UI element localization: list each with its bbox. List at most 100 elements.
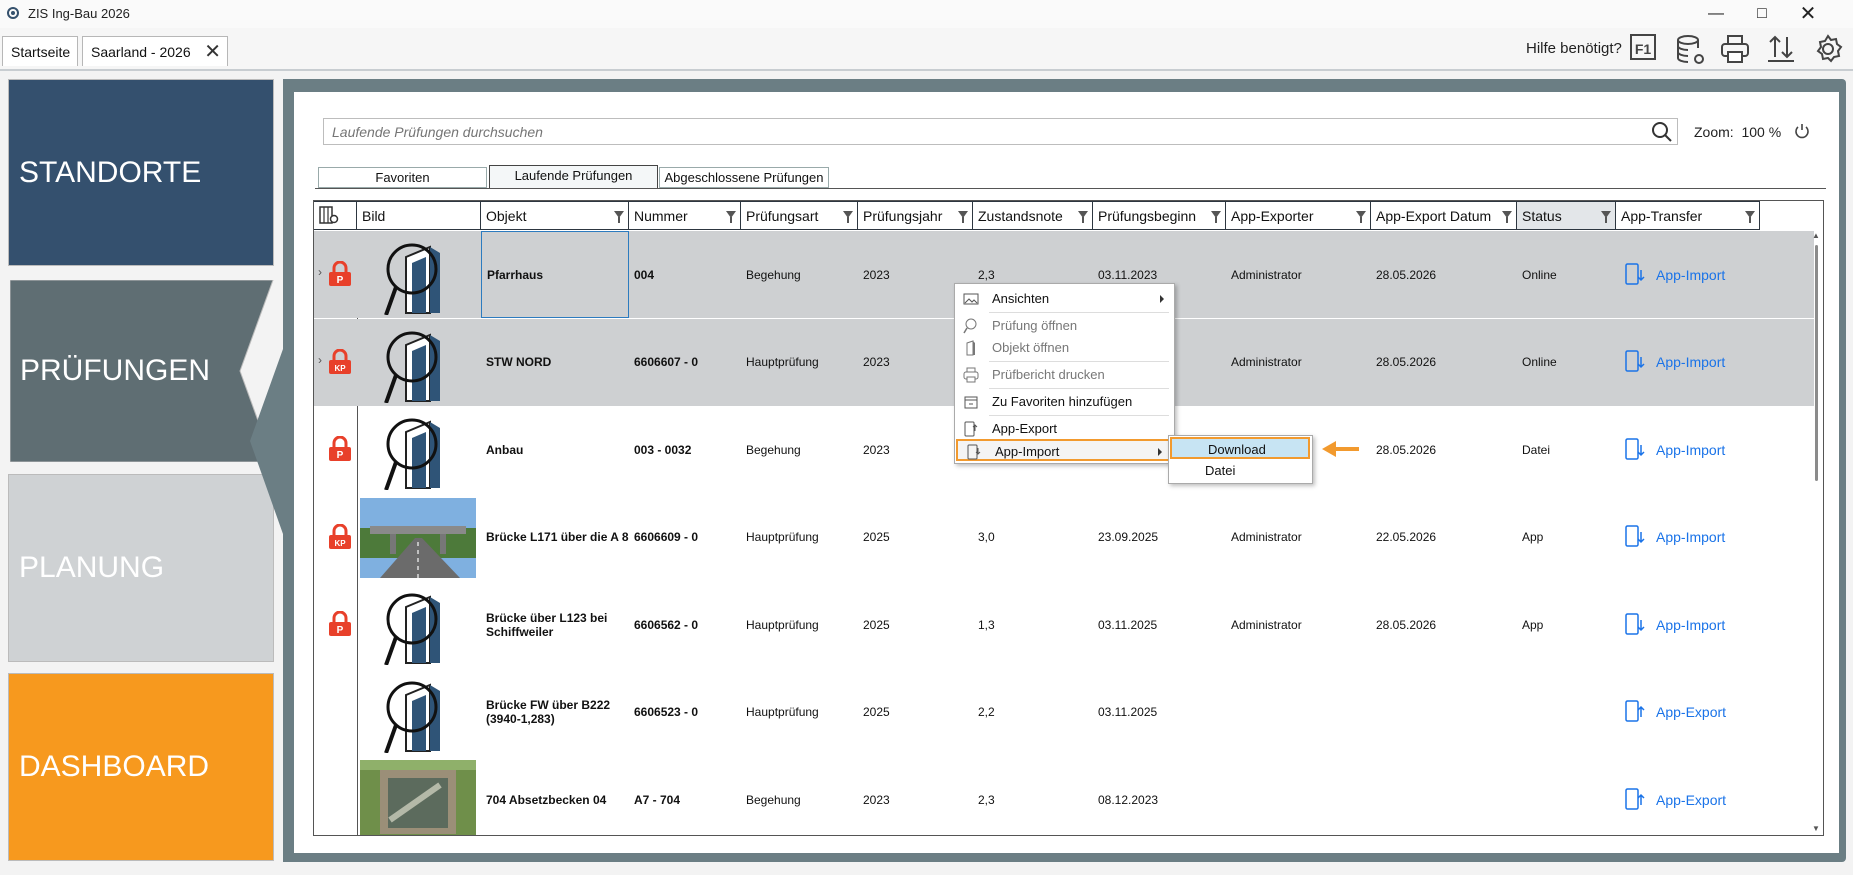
app-import-icon[interactable] [1624, 349, 1646, 375]
vertical-scrollbar[interactable]: ▲ ▼ [1811, 231, 1821, 833]
transfer-icon[interactable] [1765, 33, 1797, 65]
cell-app-transfer[interactable]: App-Import [1616, 319, 1760, 406]
tab-saarland-2026[interactable]: Saarland - 2026 ✕ [82, 36, 228, 66]
scroll-down-icon[interactable]: ▼ [1812, 824, 1820, 833]
app-transfer-link[interactable]: App-Import [1656, 529, 1725, 545]
table-row[interactable]: KP Brücke L171 über die A 8 6606609 - 0 Hau… [314, 494, 1814, 581]
column-header-app-transfer[interactable]: App-Transfer [1616, 201, 1760, 230]
column-chooser-cell[interactable] [314, 201, 357, 230]
column-header-nummer[interactable]: Nummer [629, 201, 741, 230]
app-transfer-link[interactable]: App-Import [1656, 267, 1725, 283]
app-export-icon[interactable] [1624, 787, 1646, 813]
nav-pruefungen[interactable]: PRÜFUNGEN [10, 280, 276, 462]
filter-icon[interactable] [958, 211, 968, 223]
submenu-item-datei[interactable]: Datei [1169, 460, 1310, 482]
table-row[interactable]: P Brücke über L123 bei Schiffweiler 660656… [314, 581, 1814, 668]
row-expand-chevron-icon[interactable]: › [318, 265, 322, 279]
cell-note: 3,0 [978, 530, 995, 544]
column-settings-icon[interactable] [318, 205, 340, 227]
f1-help-button[interactable]: F1 [1630, 34, 1656, 60]
app-import-icon[interactable] [1624, 437, 1646, 463]
app-transfer-link[interactable]: App-Import [1656, 617, 1725, 633]
filter-icon[interactable] [614, 211, 624, 223]
filter-icon[interactable] [1078, 211, 1088, 223]
app-import-icon[interactable] [1624, 524, 1646, 550]
menu-item-objekt-oeffnen[interactable]: Objekt öffnen [955, 337, 1172, 359]
app-transfer-link[interactable]: App-Import [1656, 442, 1725, 458]
cell-nummer: 004 [634, 267, 655, 282]
cell-app-transfer[interactable]: App-Import [1616, 494, 1760, 581]
nav-standorte[interactable]: STANDORTE [8, 79, 274, 266]
zoom-label: Zoom: [1694, 124, 1734, 140]
cell-app-transfer[interactable]: App-Import [1616, 581, 1760, 668]
app-export-icon[interactable] [1624, 699, 1646, 725]
cell-app-transfer[interactable]: App-Export [1616, 669, 1760, 756]
table-row[interactable]: 704 Absetzbecken 04 A7 - 704 Begehung 2023 2… [314, 756, 1814, 835]
menu-item-zu-favoriten[interactable]: Zu Favoriten hinzufügen [955, 391, 1172, 413]
app-transfer-link[interactable]: App-Import [1656, 354, 1725, 370]
app-import-icon[interactable] [1624, 262, 1646, 288]
column-header-zustandsnote[interactable]: Zustandsnote [973, 201, 1093, 230]
menu-item-pruefbericht-drucken[interactable]: Prüfbericht drucken [955, 364, 1172, 386]
tab-startseite[interactable]: Startseite [2, 36, 78, 66]
cell-datum: 28.05.2026 [1376, 355, 1437, 369]
cell-art: Hauptprüfung [746, 705, 819, 719]
cell-art: Begehung [746, 792, 801, 807]
tab-abgeschlossene-pruefungen[interactable]: Abgeschlossene Prüfungen [659, 167, 829, 188]
cell-nummer: A7 - 704 [634, 792, 681, 807]
column-header-pruefungsbeginn[interactable]: Prüfungsbeginn [1093, 201, 1226, 230]
menu-item-ansichten[interactable]: Ansichten [955, 288, 1172, 310]
row-expand-chevron-icon[interactable]: › [318, 353, 322, 367]
app-transfer-link[interactable]: App-Export [1656, 792, 1726, 808]
settings-gear-icon[interactable] [1812, 33, 1844, 65]
scroll-up-icon[interactable]: ▲ [1812, 231, 1820, 240]
column-header-app-export-datum[interactable]: App-Export Datum [1371, 201, 1517, 230]
filter-icon[interactable] [726, 211, 736, 223]
filter-icon[interactable] [843, 211, 853, 223]
reset-zoom-icon[interactable] [1793, 122, 1811, 140]
tab-laufende-pruefungen[interactable]: Laufende Prüfungen [489, 165, 658, 189]
minimize-button[interactable]: — [1693, 0, 1739, 28]
app-transfer-link[interactable]: App-Export [1656, 704, 1726, 720]
cell-app-transfer[interactable]: App-Export [1616, 756, 1760, 835]
column-header-bild[interactable]: Bild [357, 201, 481, 230]
column-header-objekt[interactable]: Objekt [481, 201, 629, 230]
column-title: Nummer [634, 208, 688, 224]
menu-item-app-import[interactable]: App-Import [956, 439, 1172, 461]
object-thumbnail-building [384, 243, 440, 315]
close-window-button[interactable]: ✕ [1785, 0, 1831, 28]
filter-icon[interactable] [1356, 211, 1366, 223]
scrollbar-thumb[interactable] [1815, 245, 1818, 481]
database-icon[interactable] [1674, 33, 1706, 65]
column-header-status[interactable]: Status [1517, 201, 1616, 230]
search-input[interactable] [324, 119, 1634, 145]
print-icon[interactable] [1719, 33, 1751, 65]
search-icon[interactable] [1651, 121, 1673, 143]
maximize-button[interactable]: □ [1739, 0, 1785, 28]
zoom-display: Zoom: 100 % [1694, 124, 1781, 140]
column-header-app-exporter[interactable]: App-Exporter [1226, 201, 1371, 230]
filter-icon[interactable] [1601, 211, 1611, 223]
cell-status: Datei [1522, 442, 1551, 457]
cell-jahr: 2025 [863, 530, 890, 544]
search-box[interactable] [323, 118, 1678, 145]
submenu-item-download[interactable]: Download [1170, 437, 1310, 459]
nav-planung[interactable]: PLANUNG [8, 474, 274, 662]
object-thumbnail-basin-photo [360, 760, 476, 835]
filter-icon[interactable] [1745, 211, 1755, 223]
table-row[interactable]: Brücke FW über B222 (3940-1,283) 6606523 … [314, 669, 1814, 756]
menu-item-app-export[interactable]: App-Export [955, 418, 1172, 440]
app-import-icon[interactable] [1624, 612, 1646, 638]
close-tab-icon[interactable]: ✕ [204, 37, 221, 67]
nav-dashboard[interactable]: DASHBOARD [8, 673, 274, 861]
cell-status: Online [1522, 355, 1557, 369]
cell-app-transfer[interactable]: App-Import [1616, 231, 1760, 318]
column-header-pruefungsjahr[interactable]: Prüfungsjahr [858, 201, 973, 230]
cell-exporter [1226, 669, 1371, 756]
tab-favoriten[interactable]: Favoriten [318, 167, 487, 188]
filter-icon[interactable] [1211, 211, 1221, 223]
column-header-pruefungsart[interactable]: Prüfungsart [741, 201, 858, 230]
filter-icon[interactable] [1502, 211, 1512, 223]
menu-item-pruefung-oeffnen[interactable]: Prüfung öffnen [955, 315, 1172, 337]
cell-app-transfer[interactable]: App-Import [1616, 406, 1760, 493]
